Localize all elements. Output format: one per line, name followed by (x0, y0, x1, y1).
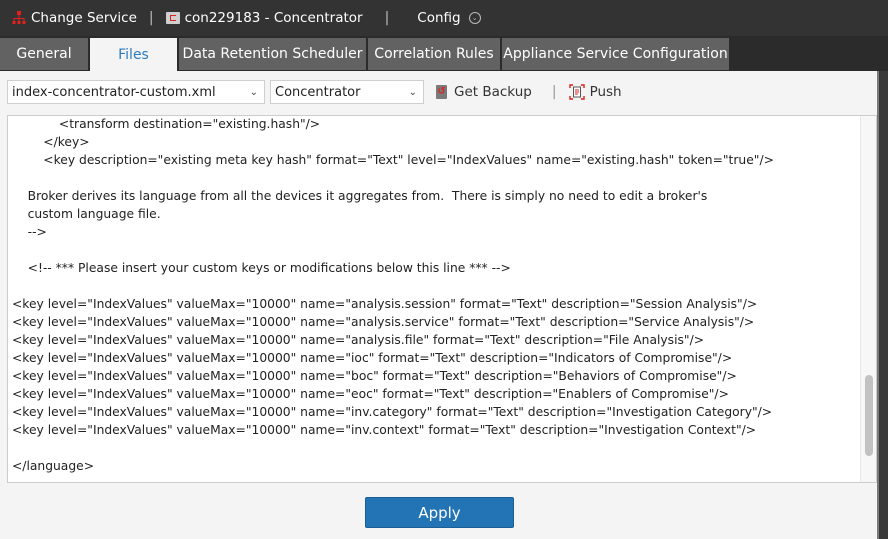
code-content[interactable]: <transform destination="existing.hash"/>… (12, 116, 858, 475)
topbar-divider: | (148, 10, 154, 26)
service-name: con229183 - Concentrator (184, 10, 363, 26)
files-toolbar: index-concentrator-custom.xml ⌄ Concentr… (7, 80, 622, 104)
code-line: --> (12, 225, 47, 239)
file-select-value: index-concentrator-custom.xml (12, 84, 216, 100)
code-line: <!-- *** Please insert your custom keys … (12, 261, 511, 275)
code-line: <key level="IndexValues" valueMax="10000… (12, 333, 705, 347)
tab-label: Correlation Rules (374, 46, 494, 62)
push-button[interactable]: Push (568, 84, 622, 100)
backup-icon (436, 85, 447, 99)
topbar-divider: | (384, 10, 390, 26)
code-line: </key> (12, 135, 90, 149)
top-bar: Change Service | con229183 - Concentrato… (0, 0, 888, 36)
tab-files[interactable]: Files (90, 38, 177, 71)
tab-bar: General Files Data Retention Scheduler C… (0, 38, 731, 71)
code-line: <key level="IndexValues" valueMax="10000… (12, 369, 737, 383)
tab-label: Data Retention Scheduler (182, 46, 363, 62)
service-type-select-value: Concentrator (275, 84, 361, 100)
code-line: <key level="IndexValues" valueMax="10000… (12, 387, 729, 401)
chevron-down-icon: ⌄ (408, 86, 417, 98)
code-line: <key level="IndexValues" valueMax="10000… (12, 405, 773, 419)
view-menu[interactable]: Config ⌄ (417, 10, 481, 26)
get-backup-label: Get Backup (454, 84, 532, 100)
change-service-label: Change Service (31, 10, 137, 26)
code-line: <key level="IndexValues" valueMax="10000… (12, 297, 758, 311)
tab-label: General (16, 46, 72, 62)
view-label: Config (417, 10, 461, 26)
change-service-button[interactable]: Change Service (0, 10, 137, 26)
code-line: <transform destination="existing.hash"/> (12, 117, 321, 131)
get-backup-button[interactable]: Get Backup (436, 84, 532, 100)
code-line: <key description="existing meta key hash… (12, 153, 774, 167)
code-line: <key level="IndexValues" valueMax="10000… (12, 315, 755, 329)
file-select[interactable]: index-concentrator-custom.xml ⌄ (7, 80, 265, 104)
editor-scrollbar[interactable] (860, 116, 876, 482)
service-selector[interactable]: con229183 - Concentrator (165, 10, 363, 26)
tab-data-retention-scheduler[interactable]: Data Retention Scheduler (179, 38, 366, 70)
file-editor[interactable]: <transform destination="existing.hash"/>… (7, 115, 877, 483)
service-type-select[interactable]: Concentrator ⌄ (270, 80, 424, 104)
tab-correlation-rules[interactable]: Correlation Rules (368, 38, 500, 70)
scrollbar-thumb[interactable] (865, 375, 873, 456)
code-line: <key level="IndexValues" valueMax="10000… (12, 351, 733, 365)
push-label: Push (589, 84, 622, 100)
toolbar-divider: | (551, 84, 557, 100)
code-line: <key level="IndexValues" valueMax="10000… (12, 423, 757, 437)
tab-general[interactable]: General (0, 38, 88, 70)
tab-appliance-service-configuration[interactable]: Appliance Service Configuration (502, 38, 729, 70)
concentrator-icon (165, 12, 180, 24)
code-line: custom language file. (12, 207, 161, 221)
files-panel: index-concentrator-custom.xml ⌄ Concentr… (0, 71, 877, 539)
window-edge (877, 71, 888, 539)
network-tree-icon (12, 11, 26, 24)
chevron-down-circle-icon: ⌄ (468, 12, 481, 24)
tab-label: Files (118, 46, 149, 63)
push-icon (568, 84, 585, 100)
tab-label: Appliance Service Configuration (503, 46, 728, 62)
code-line: </language> (12, 459, 95, 473)
apply-label: Apply (418, 503, 461, 522)
chevron-down-icon: ⌄ (249, 86, 258, 98)
apply-button[interactable]: Apply (365, 497, 514, 528)
code-line: Broker derives its language from all the… (12, 189, 708, 203)
